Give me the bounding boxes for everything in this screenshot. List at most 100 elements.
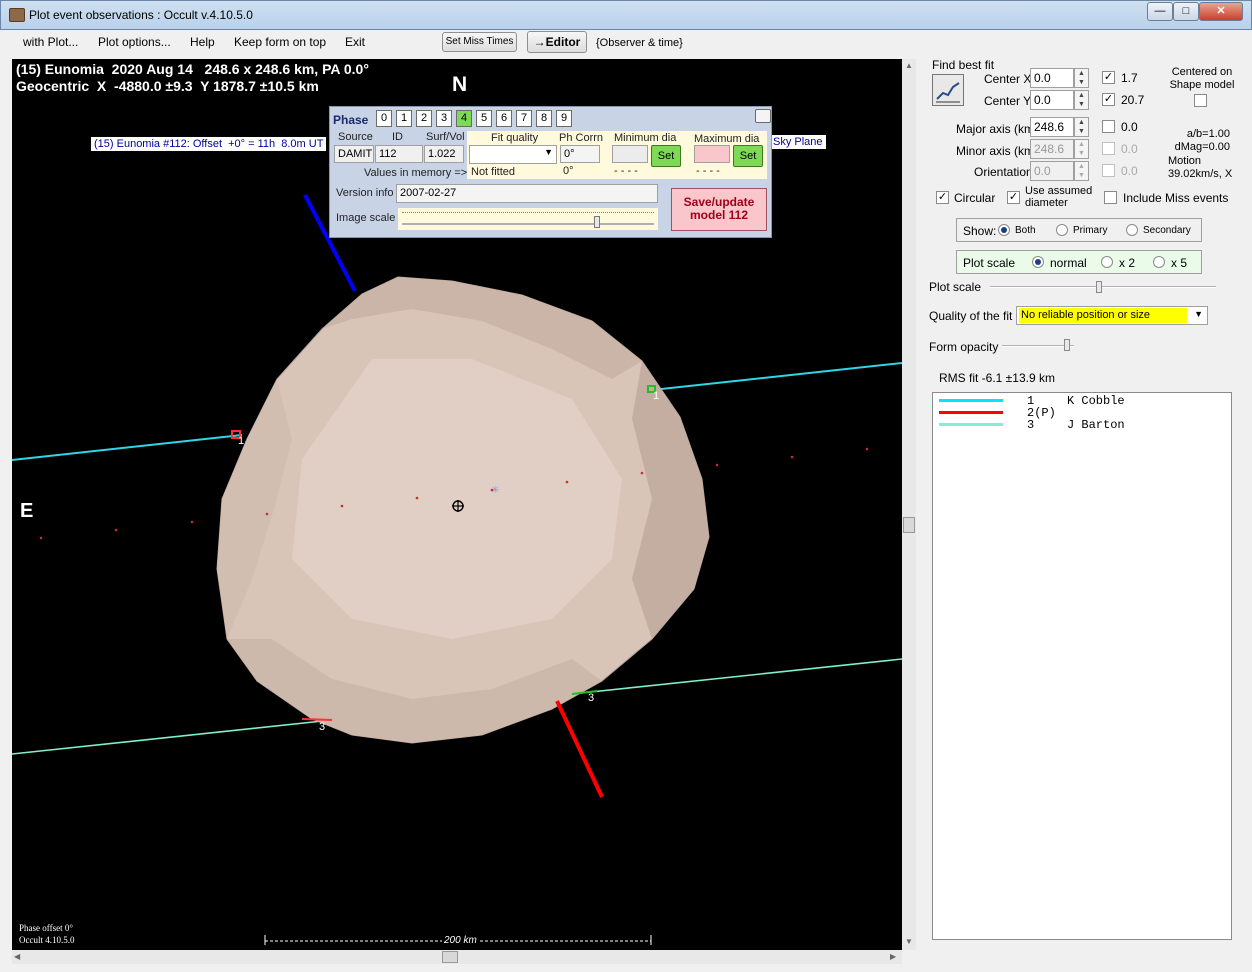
phase-3-button[interactable]: 3 [436, 110, 452, 127]
phase-2-button[interactable]: 2 [416, 110, 432, 127]
center-y-stepper[interactable]: ▲ ▼ [1074, 90, 1089, 110]
major-axis-checkbox[interactable] [1102, 120, 1115, 133]
minor-axis-stepper[interactable]: ▲ ▼ [1074, 139, 1089, 159]
hscroll-thumb[interactable] [442, 951, 458, 963]
center-x-stepper[interactable]: ▲ ▼ [1074, 68, 1089, 88]
include-miss-label: Include Miss events [1123, 191, 1229, 205]
image-scale-slider[interactable] [398, 208, 658, 230]
include-miss-checkbox[interactable] [1104, 191, 1117, 204]
center-y-input[interactable]: 0.0 [1030, 90, 1074, 110]
vertical-scrollbar[interactable]: ▲ ▼ [902, 59, 916, 950]
app-icon [9, 8, 25, 22]
orientation-stepper[interactable]: ▲ ▼ [1074, 161, 1089, 181]
menu-help[interactable]: Help [190, 35, 215, 49]
phase-1-button[interactable]: 1 [396, 110, 412, 127]
editor-button[interactable]: →Editor [527, 31, 587, 53]
phase-7-button[interactable]: 7 [516, 110, 532, 127]
chord-1-east [651, 362, 902, 391]
chord-3-west [12, 719, 333, 755]
legend-num-3: 3 [1027, 418, 1035, 432]
close-button[interactable]: ✕ [1199, 2, 1243, 21]
plot-scale-thumb[interactable] [1096, 281, 1102, 293]
menu-plot-options[interactable]: Plot options... [98, 35, 171, 49]
show-primary-radio[interactable] [1056, 224, 1068, 236]
scroll-up-icon[interactable]: ▲ [905, 61, 913, 70]
center-x-input[interactable]: 0.0 [1030, 68, 1074, 88]
phase-8-button[interactable]: 8 [536, 110, 552, 127]
plot-header-line1: (15) Eunomia 2020 Aug 14 248.6 x 248.6 k… [16, 61, 369, 77]
center-y-checkbox[interactable]: ✓ [1102, 93, 1115, 106]
scroll-right-icon[interactable]: ▶ [890, 952, 896, 961]
minor-axis-checkbox[interactable] [1102, 142, 1115, 155]
use-assumed-checkbox[interactable]: ✓ [1007, 191, 1020, 204]
orientation-check-value: 0.0 [1121, 164, 1138, 178]
phase-0-button[interactable]: 0 [376, 110, 392, 127]
scale-x2-radio[interactable] [1101, 256, 1113, 268]
scroll-down-icon[interactable]: ▼ [905, 937, 913, 946]
ab-ratio: a/b=1.00 [1186, 128, 1230, 140]
maximize-button[interactable]: □ [1173, 2, 1199, 21]
center-x-checkbox[interactable]: ✓ [1102, 71, 1115, 84]
phase-offset-footer: Phase offset 0° [19, 923, 73, 933]
phase-9-button[interactable]: 9 [556, 110, 572, 127]
rms-fit-label: RMS fit -6.1 ±13.9 km [939, 371, 1055, 385]
plot-scale-slider[interactable] [990, 286, 1216, 288]
id-field: 112 [375, 145, 423, 163]
show-secondary-label: Secondary [1143, 225, 1191, 236]
max-dia-label: Maximum dia [694, 133, 760, 145]
minimize-button[interactable]: — [1147, 2, 1173, 21]
title-bar: Plot event observations : Occult v.4.10.… [0, 0, 1252, 30]
image-scale-thumb[interactable] [594, 216, 600, 228]
phase-6-button[interactable]: 6 [496, 110, 512, 127]
circular-checkbox[interactable]: ✓ [936, 191, 949, 204]
show-both-radio[interactable] [998, 224, 1010, 236]
scale-x5-radio[interactable] [1153, 256, 1165, 268]
legend-line-2 [939, 411, 1003, 414]
scroll-left-icon[interactable]: ◀ [14, 952, 20, 961]
ph-corrn-label: Ph Corrn [559, 132, 604, 144]
fit-quality-dropdown[interactable]: ▼ [469, 145, 557, 164]
max-dia-field[interactable] [694, 145, 730, 163]
orientation-checkbox[interactable] [1102, 164, 1115, 177]
min-dia-label: Minimum dia [614, 132, 677, 144]
not-fitted-value: Not fitted [471, 166, 516, 178]
menu-keep-on-top[interactable]: Keep form on top [234, 35, 326, 49]
centered-on-checkbox[interactable] [1194, 94, 1207, 107]
observer-legend[interactable]: 1 K Cobble 2(P) 3 J Barton [932, 392, 1232, 940]
fit-control-panel: Find best fit Center X 0.0 ▲ ▼ Center Y 0… [918, 56, 1248, 956]
show-secondary-radio[interactable] [1126, 224, 1138, 236]
find-best-fit-button[interactable] [932, 74, 964, 106]
ph-corrn-field[interactable]: 0° [560, 145, 600, 163]
chord-3-west-marker [301, 718, 333, 721]
vscroll-thumb[interactable] [903, 517, 915, 533]
major-axis-label: Major axis (km) [956, 122, 1039, 136]
phase-panel-close-button[interactable] [755, 109, 771, 123]
min-dia-field[interactable] [612, 145, 648, 163]
plot-header-line2: Geocentric X -4880.0 ±9.3 Y 1878.7 ±10.5… [16, 78, 319, 94]
max-dia-set-button[interactable]: Set [733, 145, 763, 167]
menu-exit[interactable]: Exit [345, 35, 365, 49]
orientation-input[interactable]: 0.0 [1030, 161, 1074, 181]
major-axis-input[interactable]: 248.6 [1030, 117, 1074, 137]
min-dia-set-button[interactable]: Set [651, 145, 681, 167]
use-assumed-label: Use assumed diameter [1025, 185, 1093, 209]
menu-with-plot[interactable]: with Plot... [23, 35, 78, 49]
quality-of-fit-dropdown[interactable]: No reliable position or size ▼ [1016, 306, 1208, 325]
version-footer: Occult 4.10.5.0 [19, 935, 75, 945]
phase-5-button[interactable]: 5 [476, 110, 492, 127]
chord-label-1-east: 1 [653, 390, 660, 402]
major-axis-stepper[interactable]: ▲ ▼ [1074, 117, 1089, 137]
version-info-field[interactable]: 2007-02-27 [396, 184, 658, 203]
plot-scale-group-label: Plot scale [963, 256, 1016, 270]
minor-check-value: 0.0 [1121, 142, 1138, 156]
minor-axis-input[interactable]: 248.6 [1030, 139, 1074, 159]
memory-min-dia: - - - - [614, 165, 638, 177]
save-update-model-button[interactable]: Save/update model 112 [671, 188, 767, 231]
chord-label-1-west: 1 [238, 435, 245, 447]
show-primary-label: Primary [1073, 225, 1108, 236]
form-opacity-thumb[interactable] [1064, 339, 1070, 351]
scale-normal-radio[interactable] [1032, 256, 1044, 268]
horizontal-scrollbar[interactable]: ◀ ▶ [12, 950, 902, 964]
phase-4-button[interactable]: 4 [456, 110, 472, 127]
set-miss-times-button[interactable]: Set Miss Times [442, 32, 517, 52]
